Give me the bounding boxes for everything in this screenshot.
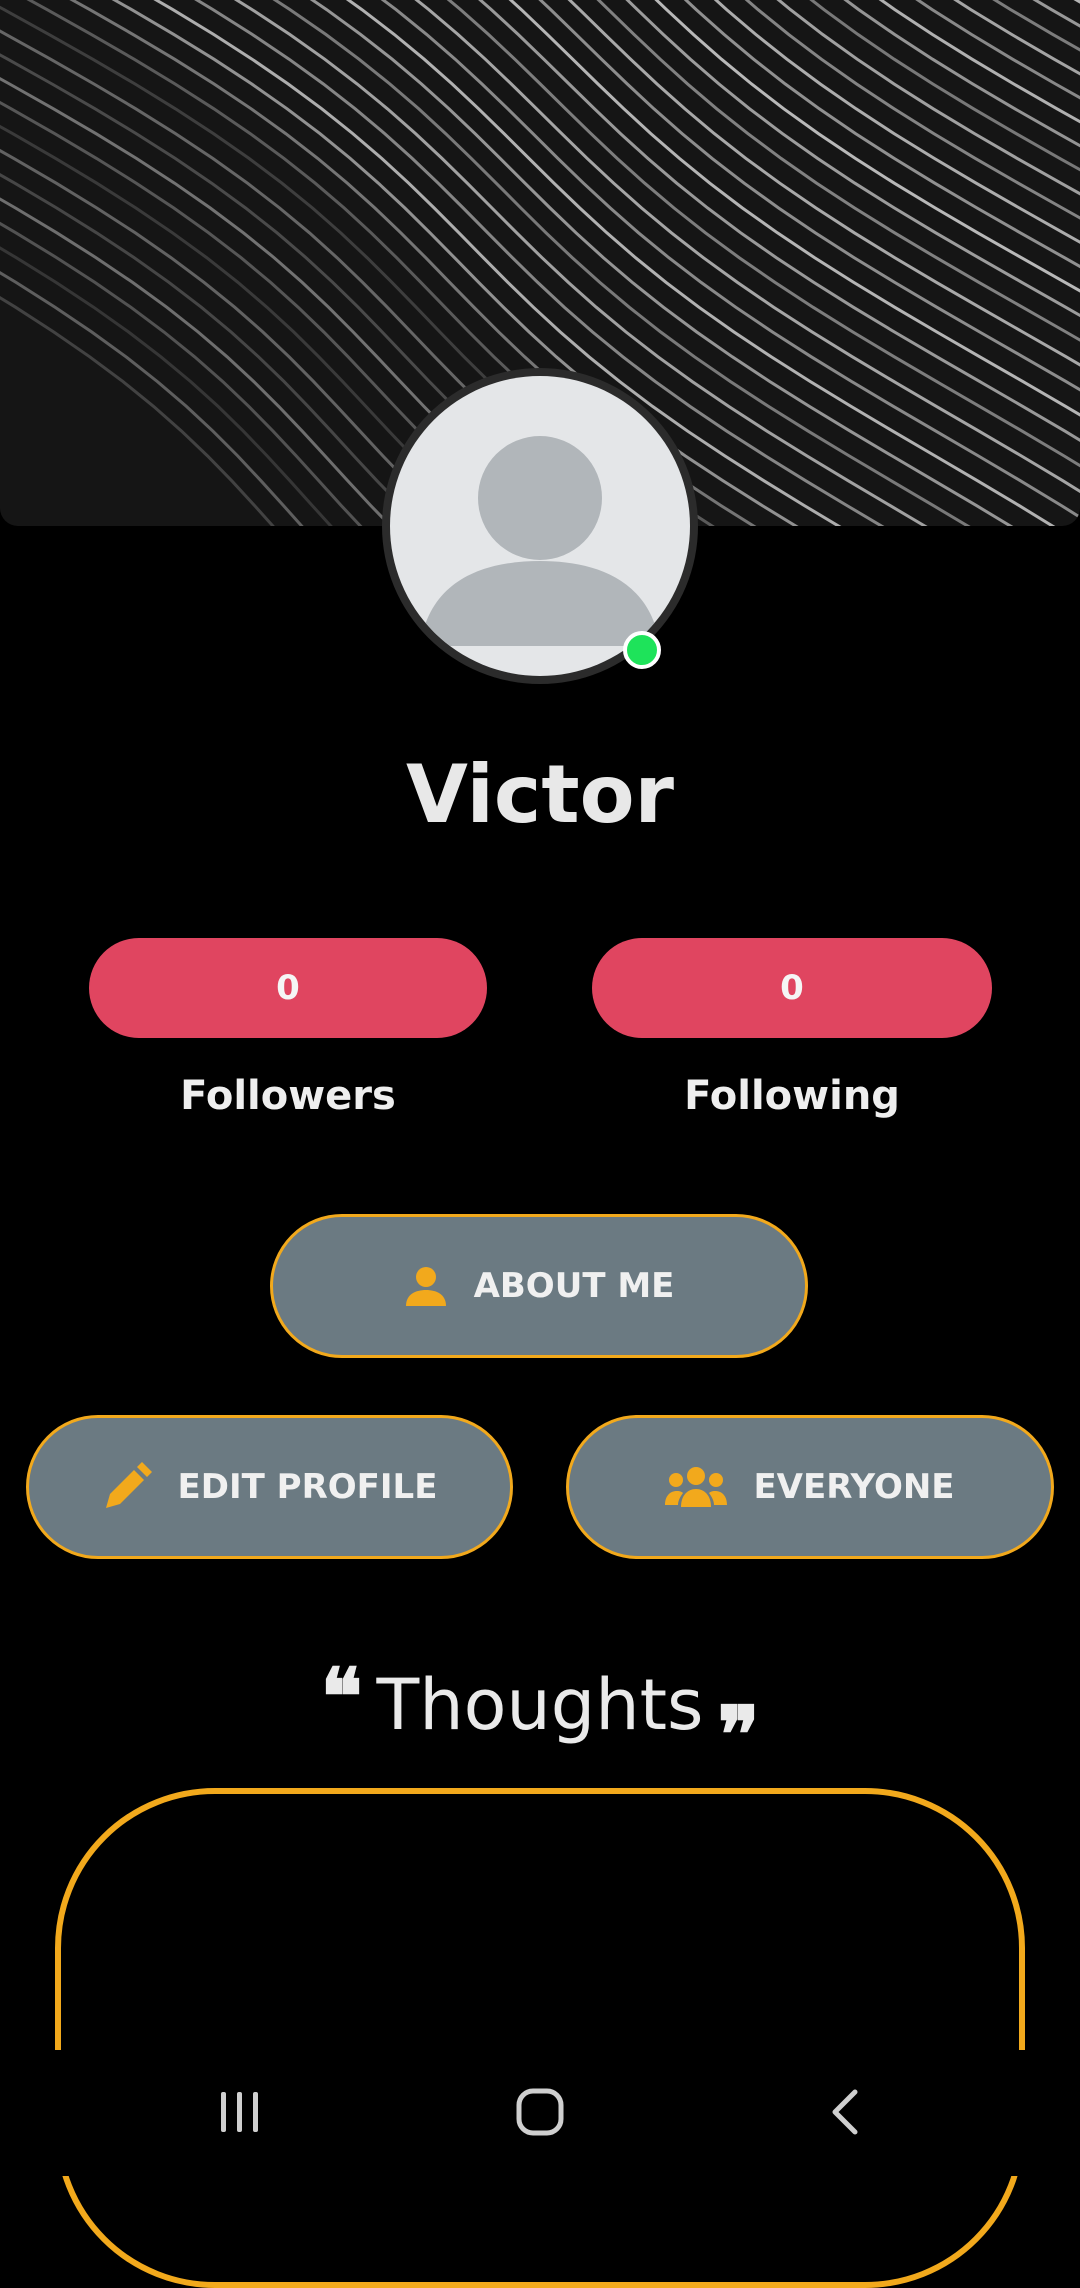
about-me-label: ABOUT ME [473, 1266, 675, 1306]
back-icon [832, 2089, 858, 2135]
edit-profile-button[interactable]: EDIT PROFILE [26, 1415, 513, 1559]
group-icon [665, 1465, 728, 1509]
online-status-indicator [623, 631, 661, 669]
followers-label: Followers [180, 1073, 396, 1119]
thoughts-title: Thoughts [376, 1664, 704, 1746]
followers-count-button[interactable]: 0 [89, 938, 487, 1038]
about-me-button[interactable]: ABOUT ME [270, 1214, 808, 1358]
thoughts-heading: ❝ Thoughts ❞ [0, 1651, 1080, 1774]
person-icon [404, 1264, 448, 1308]
everyone-label: EVERYONE [753, 1467, 955, 1507]
profile-name: Victor [405, 748, 674, 841]
following-label: Following [684, 1073, 900, 1119]
edit-profile-label: EDIT PROFILE [177, 1467, 438, 1507]
home-icon [516, 2088, 564, 2136]
following-count-button[interactable]: 0 [592, 938, 992, 1038]
open-quote-icon: ❝ [320, 1651, 363, 1743]
pencil-icon [102, 1462, 152, 1512]
back-button[interactable] [794, 2072, 894, 2152]
recents-icon [221, 2092, 258, 2132]
recents-button[interactable] [190, 2072, 290, 2152]
home-button[interactable] [490, 2072, 590, 2152]
everyone-button[interactable]: EVERYONE [566, 1415, 1054, 1559]
thoughts-container[interactable] [55, 1788, 1025, 2288]
system-navigation-bar [0, 2050, 1080, 2176]
close-quote-icon: ❞ [717, 1689, 760, 1781]
